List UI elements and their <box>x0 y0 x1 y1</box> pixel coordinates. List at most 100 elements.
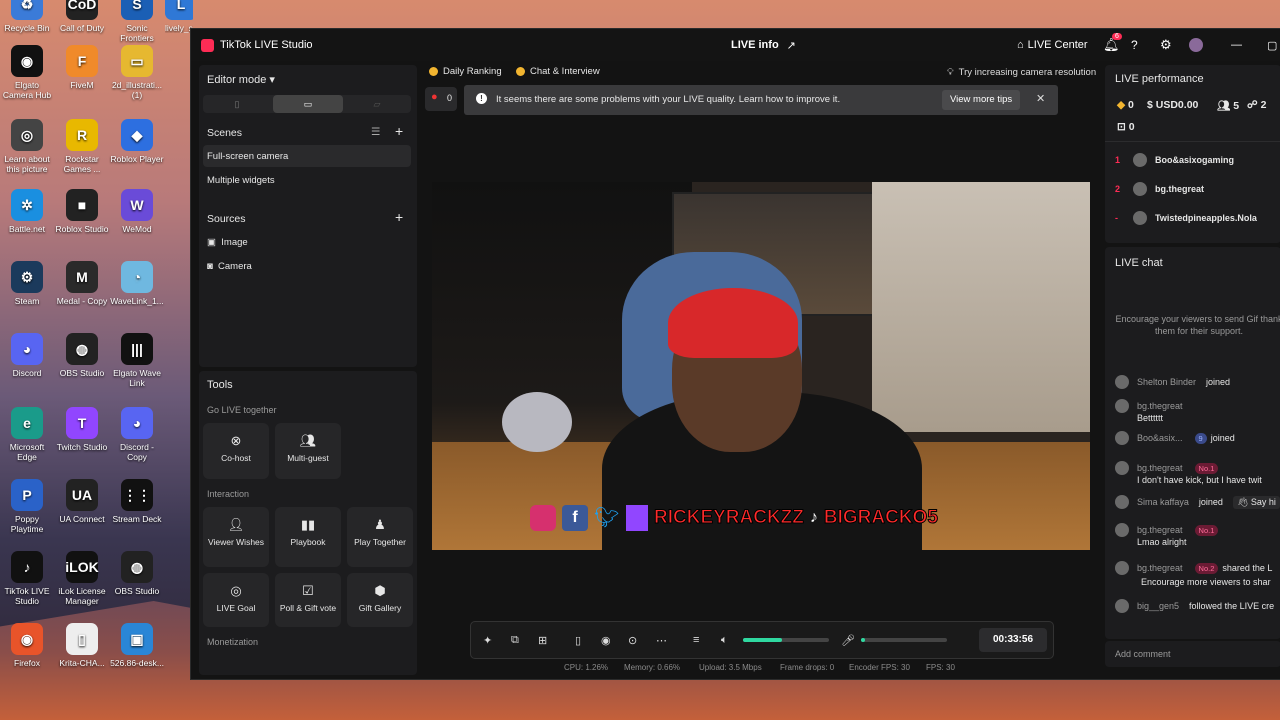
add-scene-button[interactable]: + <box>395 123 403 139</box>
chat-username[interactable]: Boo&asix... <box>1137 433 1183 443</box>
desktop-icon[interactable]: ◔ WaveLink_1... <box>110 261 164 306</box>
diamonds-stat: ◆ 0 <box>1117 99 1134 111</box>
ranking-row[interactable]: 2 bg.thegreat <box>1115 182 1204 196</box>
desktop-icon[interactable]: F FiveM <box>55 45 109 90</box>
source-item-image[interactable]: ▣ Image <box>207 237 248 248</box>
record-icon[interactable]: ◉ <box>601 634 611 647</box>
rank-number: 1 <box>1115 155 1121 165</box>
mic-icon[interactable]: 🎤︎ <box>841 634 855 647</box>
daily-ranking-button[interactable]: Daily Ranking <box>429 62 502 80</box>
gift-gallery-button[interactable]: ⬢ Gift Gallery <box>347 573 413 627</box>
desktop-icon[interactable]: ◉ Elgato Camera Hub <box>0 45 54 100</box>
dual-layout-icon[interactable]: ▱ <box>343 95 411 113</box>
desktop-icon[interactable]: e Microsoft Edge <box>0 407 54 462</box>
comment-input[interactable]: Add comment <box>1105 641 1280 667</box>
magic-wand-icon[interactable]: ✦ <box>483 634 492 647</box>
more-icon[interactable]: ⋯ <box>656 634 667 647</box>
desktop-icon[interactable]: ▣ 526.86-desk... <box>110 623 164 668</box>
scene-item-multiple-widgets[interactable]: Multiple widgets <box>207 175 275 186</box>
desktop-icon[interactable]: ✲ Battle.net <box>0 189 54 234</box>
capture-icon[interactable]: ⊙ <box>628 634 637 647</box>
live-goal-button[interactable]: ◎ LIVE Goal <box>203 573 269 627</box>
chat-text: followed the LIVE cre <box>1189 601 1275 611</box>
joystick-widget[interactable]: ● 0 <box>425 87 457 111</box>
live-center-button[interactable]: ⌂ LIVE Center <box>1017 29 1088 61</box>
avatar[interactable] <box>1189 29 1203 61</box>
desktop-icon[interactable]: ||| Elgato Wave Link <box>110 333 164 388</box>
desktop-icon[interactable]: W WeMod <box>110 189 164 234</box>
scene-icon[interactable]: ⧉ <box>511 634 519 647</box>
desktop-icon[interactable]: ◎ Learn about this picture <box>0 119 54 174</box>
chat-username[interactable]: bg.thegreat <box>1137 563 1183 573</box>
notification-bell[interactable]: 🔔︎ 6 <box>1103 29 1122 61</box>
desktop-icon[interactable]: R Rockstar Games ... <box>55 119 109 174</box>
source-item-camera[interactable]: ◙ Camera <box>207 261 252 272</box>
add-source-button[interactable]: + <box>395 209 403 225</box>
avatar <box>1115 599 1129 613</box>
help-icon[interactable]: ? <box>1131 29 1138 61</box>
poll-gift-vote-button[interactable]: ☑ Poll & Gift vote <box>275 573 341 627</box>
desktop-icon[interactable]: ◉ Firefox <box>0 623 54 668</box>
sliders-icon[interactable]: ≡ <box>693 634 699 646</box>
chat-message: bg.thegreat No.2 shared the L <box>1115 561 1272 575</box>
desktop-icon[interactable]: T Twitch Studio <box>55 407 109 452</box>
volume-slider[interactable] <box>743 638 829 642</box>
desktop-icon[interactable]: UA UA Connect <box>55 479 109 524</box>
maximize-button[interactable]: ▢ <box>1267 29 1277 61</box>
performance-title: LIVE performance <box>1115 73 1204 85</box>
chat-username[interactable]: Shelton Binder <box>1137 377 1196 387</box>
cohost-button[interactable]: ⊗ Co-host <box>203 423 269 479</box>
chat-message: Sima kaffaya joined 👋︎ Say hi <box>1115 495 1280 509</box>
playbook-button[interactable]: ▮▮ Playbook <box>275 507 341 567</box>
portrait-layout-icon[interactable]: ▯ <box>203 95 271 113</box>
mic-slider[interactable] <box>861 638 947 642</box>
avatar <box>1115 399 1129 413</box>
app-icon: ◉ <box>11 45 43 77</box>
viewer-wishes-button[interactable]: 👤︎ Viewer Wishes <box>203 507 269 567</box>
desktop-icon[interactable]: ■ Roblox Studio <box>55 189 109 234</box>
desktop-icon[interactable]: ▯ Krita-CHA... <box>55 623 109 668</box>
gear-icon[interactable]: ⚙ <box>1160 29 1172 61</box>
app-icon: R <box>66 119 98 151</box>
ranking-row[interactable]: - Twistedpineapples.Nola <box>1115 211 1257 225</box>
desktop-icon[interactable]: CoD Call of Duty <box>55 0 109 33</box>
chat-username[interactable]: bg.thegreat <box>1137 463 1183 473</box>
desktop-icon[interactable]: ⋮⋮ Stream Deck <box>110 479 164 524</box>
live-info-button[interactable]: LIVE info ↗ <box>731 29 796 61</box>
desktop-icon[interactable]: ⚙ Steam <box>0 261 54 306</box>
desktop-icon[interactable]: ◍ OBS Studio <box>55 333 109 378</box>
desktop-icon[interactable]: S Sonic Frontiers <box>110 0 164 43</box>
desktop-icon-label: 2d_illustrati... (1) <box>111 80 163 100</box>
chat-username[interactable]: Sima kaffaya <box>1137 497 1189 507</box>
ranking-row[interactable]: 1 Boo&asixogaming <box>1115 153 1234 167</box>
desktop-icon[interactable]: ▭ 2d_illustrati... (1) <box>110 45 164 100</box>
editor-mode-dropdown[interactable]: Editor mode ▾ <box>207 73 275 86</box>
desktop-icon[interactable]: ◕ Discord - Copy <box>110 407 164 462</box>
scene-item-fullscreen[interactable]: Full-screen camera <box>203 145 411 167</box>
desktop-icon[interactable]: ♪ TikTok LIVE Studio <box>0 551 54 606</box>
view-tips-button[interactable]: View more tips <box>942 90 1021 110</box>
desktop-icon[interactable]: iLOK iLok License Manager <box>55 551 109 606</box>
desktop-icon[interactable]: ◕ Discord <box>0 333 54 378</box>
add-widget-icon[interactable]: ⊞ <box>538 634 547 647</box>
desktop-icon-label: Elgato Wave Link <box>113 368 161 388</box>
chat-interview-button[interactable]: Chat & Interview <box>516 62 600 80</box>
desktop-icon[interactable]: P Poppy Playtime <box>0 479 54 534</box>
chat-username[interactable]: big__gen5 <box>1137 601 1179 611</box>
say-hi-button[interactable]: 👋︎ Say hi <box>1232 495 1280 509</box>
list-icon[interactable]: ☰ <box>371 126 380 138</box>
landscape-layout-icon[interactable]: ▭ <box>273 95 343 113</box>
play-together-button[interactable]: ♟ Play Together <box>347 507 413 567</box>
minimize-button[interactable]: — <box>1231 29 1242 61</box>
desktop-icon[interactable]: ♻ Recycle Bin <box>0 0 54 33</box>
chat-username[interactable]: bg.thegreat <box>1137 401 1183 411</box>
volume-icon[interactable]: 🔈︎ <box>721 634 728 647</box>
desktop-icon[interactable]: M Medal - Copy <box>55 261 109 306</box>
desktop-icon[interactable]: ◍ OBS Studio <box>110 551 164 596</box>
phone-icon[interactable]: ▯ <box>575 634 581 647</box>
multiguest-button[interactable]: 👥︎ Multi-guest <box>275 423 341 479</box>
close-icon[interactable]: ✕ <box>1036 92 1045 105</box>
desktop-icon[interactable]: Llively_setup <box>165 0 193 33</box>
chat-username[interactable]: bg.thegreat <box>1137 525 1183 535</box>
desktop-icon[interactable]: ◆ Roblox Player <box>110 119 164 164</box>
